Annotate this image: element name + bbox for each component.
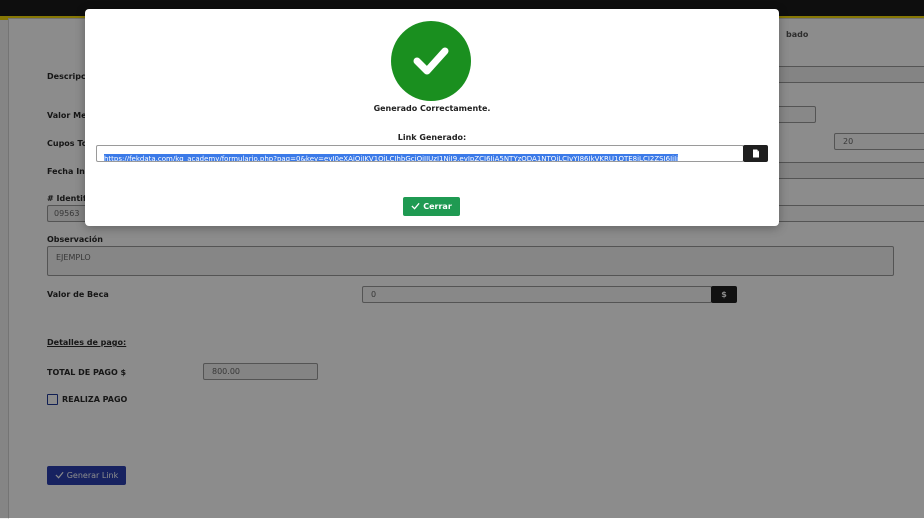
close-button-label: Cerrar: [423, 202, 452, 211]
close-button[interactable]: Cerrar: [403, 197, 460, 216]
success-message: Generado Correctamente.: [373, 104, 491, 113]
copy-icon: [752, 149, 759, 158]
copy-link-button[interactable]: [743, 145, 768, 162]
check-circle-icon: [391, 21, 471, 101]
generated-link-field[interactable]: https://fekdata.com/kg_academy/formulari…: [96, 145, 744, 162]
link-label: Link Generado:: [397, 133, 467, 142]
link-generated-modal: Generado Correctamente. Link Generado: h…: [85, 9, 779, 226]
generated-link-text: https://fekdata.com/kg_academy/formulari…: [104, 154, 679, 162]
check-icon: [411, 202, 420, 212]
